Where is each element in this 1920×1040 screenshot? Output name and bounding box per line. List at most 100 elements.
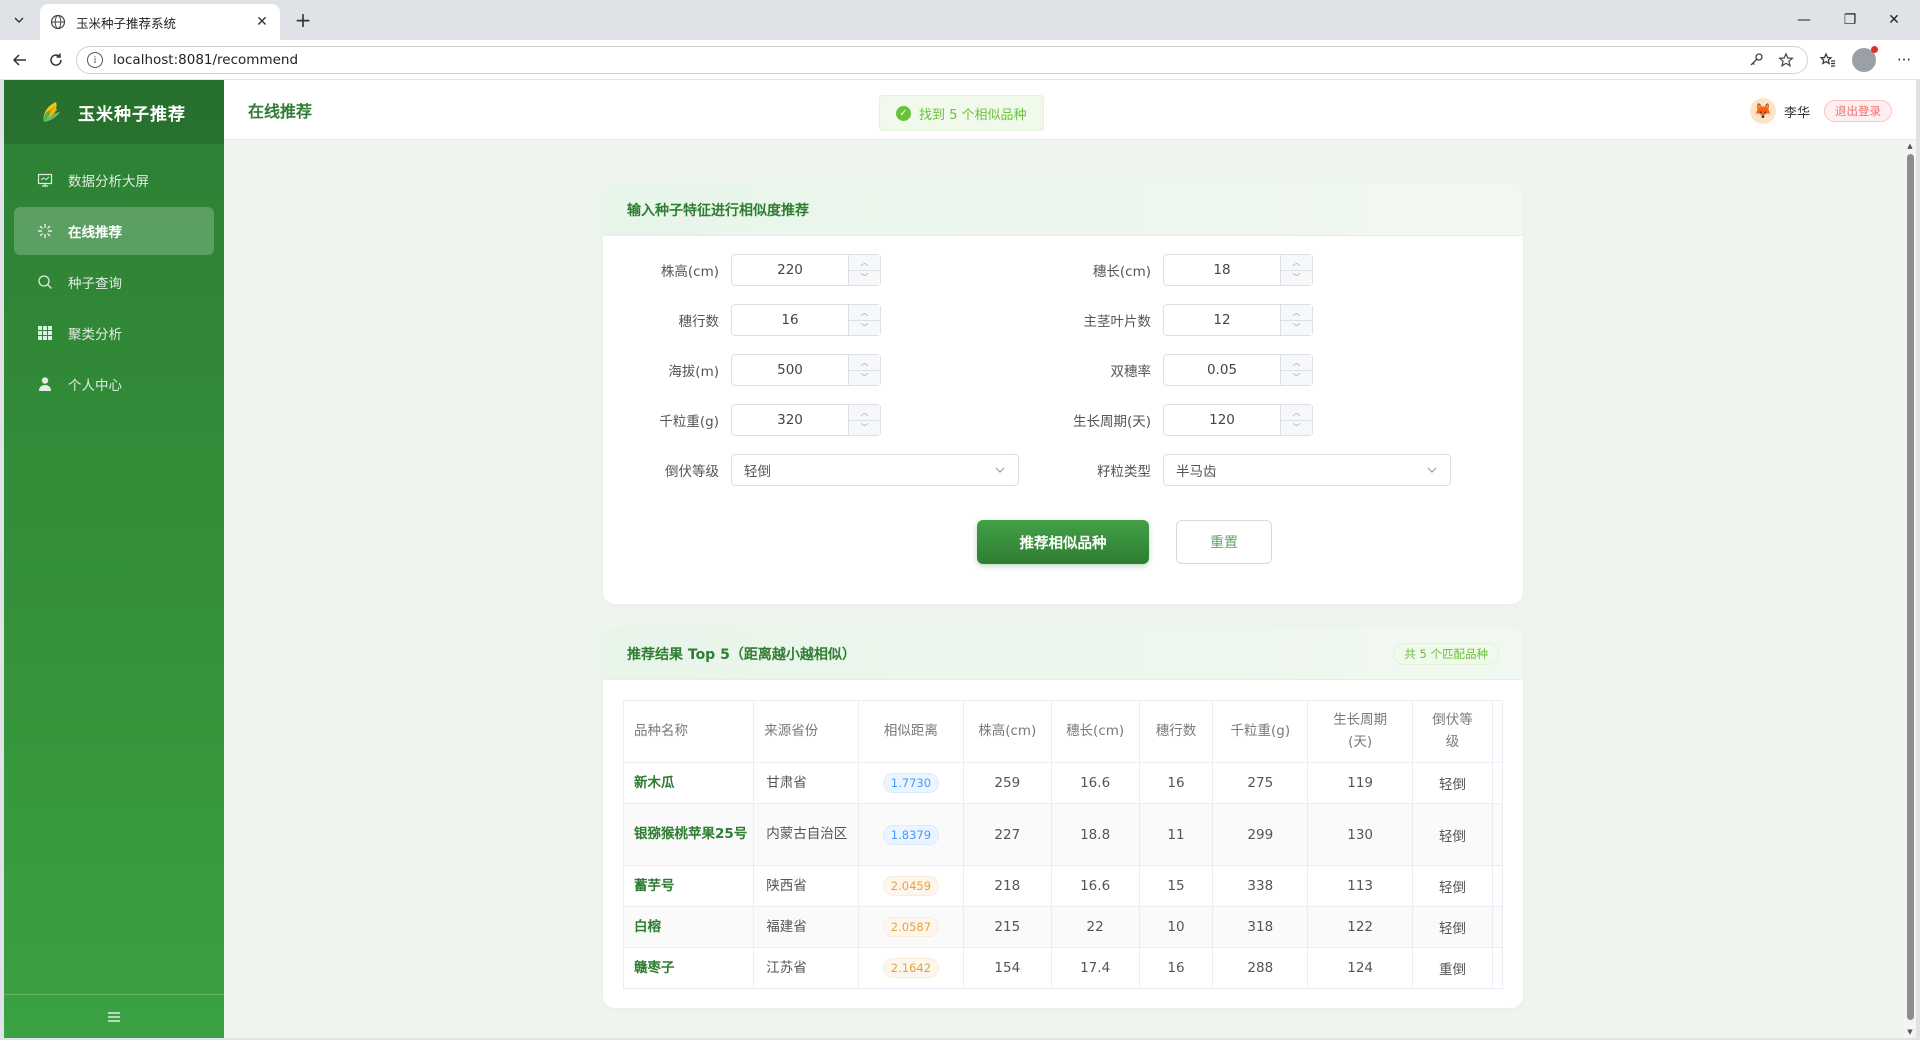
key-icon[interactable] (1745, 49, 1767, 71)
column-header[interactable]: 株高(cm) (963, 700, 1052, 763)
recommend-button[interactable]: 推荐相似品种 (977, 520, 1149, 564)
column-header[interactable]: 来源省份 (753, 700, 859, 763)
tab-list-button[interactable] (6, 8, 32, 32)
more-menu-icon[interactable]: ··· (1890, 48, 1918, 72)
field-label: 籽粒类型 (1097, 464, 1151, 480)
scroll-down-icon[interactable]: ▼ (1906, 1028, 1914, 1036)
field-label: 倒伏等级 (665, 464, 719, 480)
increment-icon[interactable]: ︿ (1281, 405, 1312, 421)
table-row[interactable]: 银猕猴桃苹果25号 内蒙古自治区 1.8379 227 18.8 11 299 130 轻倒 (624, 803, 1503, 866)
sidebar-item-cluster[interactable]: 聚类分析 (14, 309, 214, 357)
table-row[interactable]: 蓄芋号 陕西省 2.0459 218 16.6 15 338 113 轻倒 (624, 865, 1503, 907)
altitude-input[interactable]: 500 ︿ ﹀ (731, 354, 881, 386)
logout-button[interactable]: 退出登录 (1824, 100, 1892, 122)
browser-tab[interactable]: 玉米种子推荐系统 ✕ (40, 4, 280, 40)
growth-period-input[interactable]: 120 ︿ ﹀ (1163, 404, 1313, 436)
kernel-weight-input[interactable]: 320 ︿ ﹀ (731, 404, 881, 436)
decrement-icon[interactable]: ﹀ (1281, 420, 1312, 435)
page-scrollbar[interactable]: ▲ ▼ (1904, 140, 1916, 1038)
double-ear-rate-input[interactable]: 0.05 ︿ ﹀ (1163, 354, 1313, 386)
sidebar-item-profile[interactable]: 个人中心 (14, 360, 214, 408)
scroll-up-icon[interactable]: ▲ (1906, 142, 1914, 150)
cell-overflow (1492, 906, 1503, 948)
column-header[interactable]: 相似距离 (858, 700, 964, 763)
input-value: 320 (777, 412, 803, 428)
cell-ear-rows: 16 (1139, 947, 1214, 989)
plant-height-input[interactable]: 220 ︿ ﹀ (731, 254, 881, 286)
success-toast: ✓ 找到 5 个相似品种 (879, 95, 1044, 131)
column-header-overflow (1492, 700, 1503, 763)
column-header[interactable]: 穗长(cm) (1051, 700, 1140, 763)
increment-icon[interactable]: ︿ (849, 405, 880, 421)
increment-icon[interactable]: ︿ (1281, 255, 1312, 271)
sidebar: 玉米种子推荐 数据分析大屏 在线推荐 种子查询 聚类分析 个人中心 (4, 80, 224, 1038)
cell-province: 陕西省 (753, 865, 859, 907)
chevron-down-icon (1427, 467, 1437, 473)
sidebar-collapse-button[interactable] (4, 994, 224, 1038)
column-header[interactable]: 品种名称 (624, 700, 755, 763)
stepper: ︿ ﹀ (848, 305, 880, 335)
leaf-count-input[interactable]: 12 ︿ ﹀ (1163, 304, 1313, 336)
avatar[interactable]: 🦊 (1749, 98, 1776, 124)
cell-lodging: 轻倒 (1412, 803, 1493, 866)
input-value: 0.05 (1206, 362, 1238, 378)
back-button[interactable] (6, 48, 34, 72)
star-icon[interactable] (1775, 49, 1797, 71)
table-row[interactable]: 白榕 福建省 2.0587 215 22 10 318 122 轻倒 (624, 906, 1503, 948)
new-tab-button[interactable]: + (290, 8, 316, 32)
table-row[interactable]: 新木瓜 甘肃省 1.7730 259 16.6 16 275 119 轻倒 (624, 762, 1503, 804)
sidebar-item-seed-query[interactable]: 种子查询 (14, 258, 214, 306)
sidebar-item-label: 个人中心 (68, 378, 122, 394)
results-table-wrapper: 品种名称 来源省份 相似距离 株高(cm) 穗长(cm) 穗行数 千粒重(g) … (623, 700, 1503, 990)
sidebar-item-dashboard[interactable]: 数据分析大屏 (14, 156, 214, 204)
decrement-icon[interactable]: ﹀ (849, 270, 880, 285)
stepper: ︿ ﹀ (848, 255, 880, 285)
column-header[interactable]: 千粒重(g) (1212, 700, 1309, 763)
field-label: 穗行数 (678, 314, 720, 330)
reload-button[interactable] (42, 48, 70, 72)
ear-rows-input[interactable]: 16 ︿ ﹀ (731, 304, 881, 336)
site-info-icon[interactable]: i (87, 52, 103, 68)
stepper: ︿ ﹀ (1280, 405, 1312, 435)
url-text: localhost:8081/recommend (113, 52, 299, 68)
column-header[interactable]: 生长周期(天) (1307, 700, 1414, 763)
ear-length-input[interactable]: 18 ︿ ﹀ (1163, 254, 1313, 286)
column-header[interactable]: 倒伏等级 (1412, 700, 1493, 763)
decrement-icon[interactable]: ﹀ (1281, 320, 1312, 335)
field-kernel-type: 籽粒类型 半马齿 (1035, 454, 1451, 486)
increment-icon[interactable]: ︿ (849, 305, 880, 321)
cell-overflow (1492, 762, 1503, 804)
close-window-button[interactable]: ✕ (1868, 0, 1920, 40)
increment-icon[interactable]: ︿ (849, 355, 880, 371)
form-card-title: 输入种子特征进行相似度推荐 (627, 202, 809, 219)
field-label: 生长周期(天) (1072, 414, 1151, 430)
column-header[interactable]: 穗行数 (1139, 700, 1214, 763)
brand: 玉米种子推荐 (4, 80, 224, 144)
cell-kernel-weight: 275 (1212, 762, 1309, 804)
table-row[interactable]: 赣枣子 江苏省 2.1642 154 17.4 16 288 124 重倒 (624, 947, 1503, 989)
kernel-type-select[interactable]: 半马齿 (1163, 454, 1451, 486)
reset-button[interactable]: 重置 (1176, 520, 1272, 564)
decrement-icon[interactable]: ﹀ (1281, 370, 1312, 385)
cell-plant-height: 227 (963, 803, 1052, 866)
field-kernel-weight: 千粒重(g) 320 ︿ ﹀ (603, 404, 881, 436)
decrement-icon[interactable]: ﹀ (1281, 270, 1312, 285)
input-value: 120 (1209, 412, 1235, 428)
increment-icon[interactable]: ︿ (1281, 305, 1312, 321)
scroll-thumb[interactable] (1907, 154, 1914, 1020)
close-tab-icon[interactable]: ✕ (254, 14, 270, 30)
increment-icon[interactable]: ︿ (1281, 355, 1312, 371)
address-bar[interactable]: i localhost:8081/recommend (76, 46, 1808, 74)
sidebar-item-recommend[interactable]: 在线推荐 (14, 207, 214, 255)
decrement-icon[interactable]: ﹀ (849, 370, 880, 385)
decrement-icon[interactable]: ﹀ (849, 420, 880, 435)
browser-profile-avatar[interactable] (1852, 46, 1878, 72)
favorites-icon[interactable] (1814, 48, 1842, 72)
lodging-select[interactable]: 轻倒 (731, 454, 1019, 486)
increment-icon[interactable]: ︿ (849, 255, 880, 271)
monitor-icon (36, 171, 54, 189)
decrement-icon[interactable]: ﹀ (849, 320, 880, 335)
field-lodging: 倒伏等级 轻倒 (603, 454, 1019, 486)
cell-overflow (1492, 803, 1503, 866)
field-label: 双穗率 (1110, 364, 1152, 380)
